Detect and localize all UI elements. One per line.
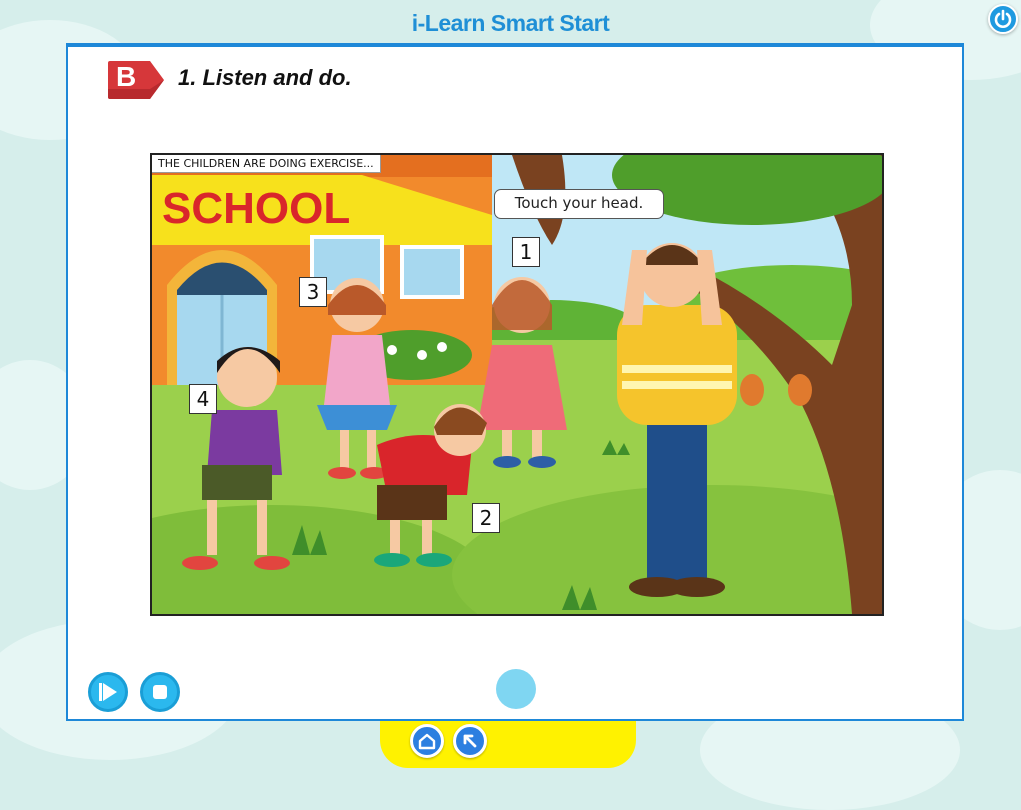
number-marker-2: 2 [472, 503, 500, 533]
speech-bubble: Touch your head. [494, 189, 664, 219]
number-marker-1: 1 [512, 237, 540, 267]
scene-caption: THE CHILDREN ARE DOING EXERCISE... [152, 155, 381, 173]
section-title: 1. Listen and do. [178, 65, 352, 90]
scene-artwork: SCHOOL [152, 155, 882, 614]
home-button[interactable] [410, 724, 444, 758]
back-arrow-icon [463, 734, 477, 748]
stop-icon [153, 685, 167, 699]
back-button[interactable] [453, 724, 487, 758]
record-button[interactable] [496, 669, 536, 709]
section-letter: B [116, 61, 137, 92]
app-title: i-Learn Smart Start [411, 10, 610, 36]
number-marker-3: 3 [299, 277, 327, 307]
lesson-panel: B 1. Listen and do. SCHOOL THE CHILDREN … [66, 43, 964, 721]
power-icon [994, 9, 1012, 28]
number-marker-4: 4 [189, 384, 217, 414]
school-sign: SCHOOL [162, 184, 350, 233]
power-button[interactable] [988, 4, 1018, 34]
play-icon [99, 683, 117, 701]
stop-button[interactable] [140, 672, 180, 712]
play-button[interactable] [88, 672, 128, 712]
home-icon [418, 733, 436, 750]
exercise-illustration: SCHOOL THE CHILDREN ARE DOING EXERCISE..… [150, 153, 884, 616]
